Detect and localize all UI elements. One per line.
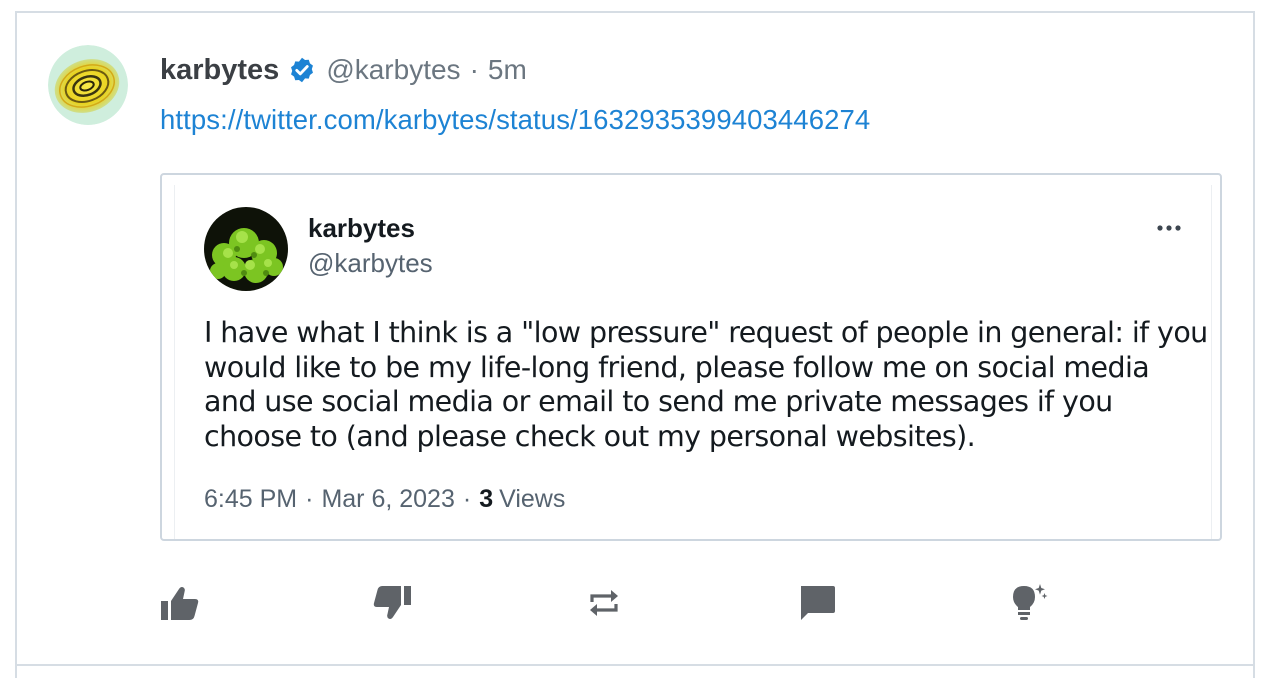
verified-badge-icon: [288, 56, 316, 84]
quoted-handle[interactable]: @karbytes: [308, 248, 433, 279]
tweet-link[interactable]: https://twitter.com/karbytes/status/1632…: [160, 104, 870, 136]
quoted-tweet[interactable]: karbytes @karbytes I have what I think i…: [160, 173, 1222, 541]
separator-dot: ·: [462, 485, 472, 513]
lightbulb-icon[interactable]: [1006, 583, 1050, 623]
thumbs-down-icon[interactable]: [370, 583, 414, 623]
separator-dot: ·: [305, 485, 314, 513]
quote-frame-line: [1211, 185, 1212, 539]
quoted-text-line: and use social media or email to send me…: [204, 385, 1113, 418]
views-count: 3: [479, 485, 494, 513]
quoted-text-line: choose to (and please check out my perso…: [204, 419, 976, 453]
avatar[interactable]: [48, 45, 128, 125]
comment-icon[interactable]: [795, 583, 839, 623]
quoted-tweet-text: I have what I think is a "low pressure" …: [204, 316, 1208, 454]
separator-dot: ·: [469, 54, 479, 85]
quoted-date[interactable]: Mar 6, 2023: [321, 485, 454, 514]
more-horizontal-icon[interactable]: [1154, 213, 1184, 243]
post-time[interactable]: 5m: [488, 54, 527, 86]
quoted-display-name[interactable]: karbytes: [308, 213, 415, 244]
quoted-time[interactable]: 6:45 PM: [204, 485, 297, 514]
quoted-text-line: I have what I think is a "low pressure" …: [204, 316, 1208, 349]
quote-frame-line: [174, 185, 175, 539]
post-header: karbytes @karbytes · 5m: [160, 50, 527, 90]
repost-icon[interactable]: [582, 583, 626, 623]
quoted-text-line: would like to be my life-long friend, pl…: [204, 350, 1150, 384]
user-handle[interactable]: @karbytes: [326, 54, 460, 86]
quoted-meta: 6:45 PM · Mar 6, 2023 · 3 Views: [204, 485, 565, 514]
post-divider: [15, 664, 1255, 666]
views-label: Views: [499, 485, 566, 513]
thumbs-up-icon[interactable]: [158, 583, 202, 623]
quoted-avatar[interactable]: [204, 207, 288, 291]
display-name[interactable]: karbytes: [160, 54, 279, 87]
